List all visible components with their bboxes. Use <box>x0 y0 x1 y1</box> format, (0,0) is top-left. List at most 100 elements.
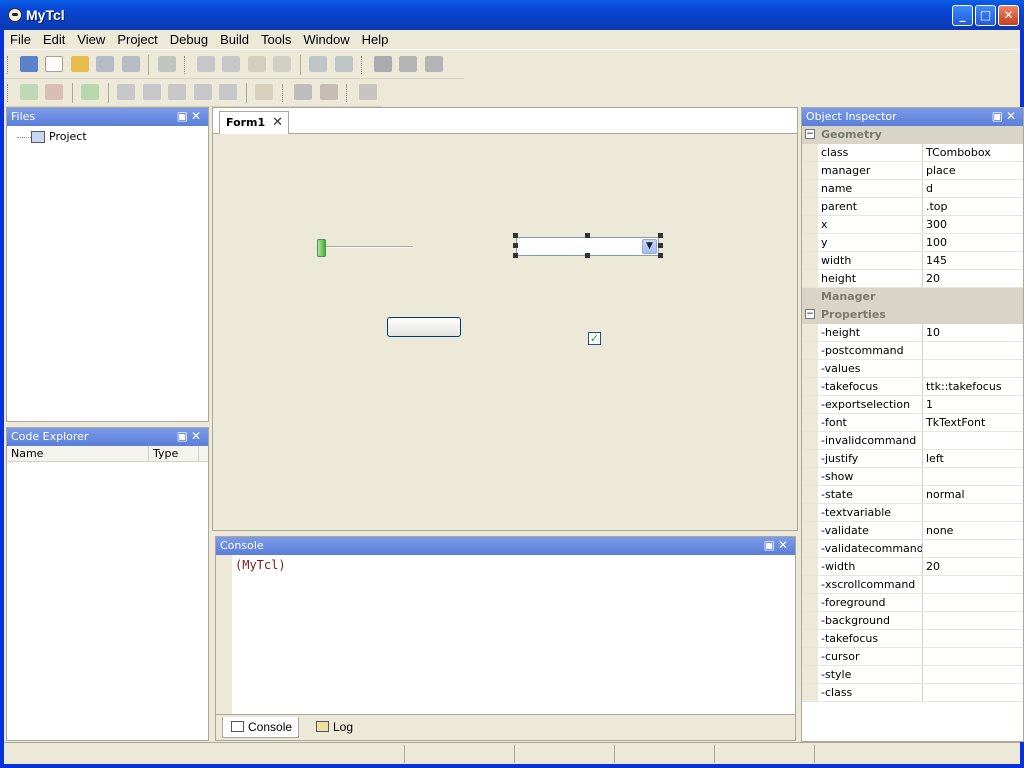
property-value[interactable] <box>923 504 1023 521</box>
property-value[interactable]: normal <box>923 486 1023 503</box>
tab-form1[interactable]: Form1 ✕ <box>219 111 289 134</box>
property-value[interactable]: TCombobox <box>923 144 1023 161</box>
property-row[interactable]: -takefocus ttk::takefocus <box>802 378 1023 396</box>
property-row[interactable]: -postcommand <box>802 342 1023 360</box>
paste-icon[interactable] <box>247 56 266 72</box>
property-value[interactable] <box>923 468 1023 485</box>
property-row[interactable]: -cursor <box>802 648 1023 666</box>
console-prompt[interactable]: (MyTcl) <box>235 558 286 572</box>
property-value[interactable] <box>923 684 1023 701</box>
clean-icon[interactable] <box>319 84 338 100</box>
form-designer-canvas[interactable]: ▼ ✓ <box>213 135 797 530</box>
property-value[interactable]: 20 <box>923 558 1023 575</box>
step-icon[interactable] <box>19 84 38 100</box>
checkbox-widget[interactable]: ✓ <box>588 332 601 345</box>
erase-icon[interactable] <box>273 56 291 72</box>
property-row[interactable]: -font TkTextFont <box>802 414 1023 432</box>
property-row[interactable]: -textvariable <box>802 504 1023 522</box>
minimize-button[interactable]: _ <box>952 5 973 26</box>
indent-icon[interactable] <box>117 84 135 100</box>
tree-item-project[interactable]: Project <box>17 130 204 143</box>
find-icon[interactable] <box>373 56 392 72</box>
redo-icon[interactable] <box>334 56 353 72</box>
property-row[interactable]: -show <box>802 468 1023 486</box>
category-properties[interactable]: − Properties <box>802 306 1023 324</box>
toolbar-grip[interactable] <box>7 84 11 102</box>
property-row[interactable]: -exportselection 1 <box>802 396 1023 414</box>
column-type[interactable]: Type <box>149 446 199 461</box>
property-row[interactable]: -width 20 <box>802 558 1023 576</box>
property-row[interactable]: -invalidcommand <box>802 432 1023 450</box>
cut-icon[interactable] <box>196 56 215 72</box>
menu-help[interactable]: Help <box>356 30 395 47</box>
property-row[interactable]: y 100 <box>802 234 1023 252</box>
property-value[interactable]: 10 <box>923 324 1023 341</box>
menu-file[interactable]: File <box>4 30 37 47</box>
selection-handle[interactable] <box>585 233 590 238</box>
open-icon[interactable] <box>70 56 89 72</box>
property-row[interactable]: -validate none <box>802 522 1023 540</box>
property-value[interactable]: 300 <box>923 216 1023 233</box>
property-value[interactable] <box>923 648 1023 665</box>
property-value[interactable]: place <box>923 162 1023 179</box>
button-widget[interactable] <box>387 317 461 337</box>
property-value[interactable]: .top <box>923 198 1023 215</box>
scale-widget-thumb[interactable] <box>317 239 326 257</box>
hand-icon[interactable] <box>255 84 273 100</box>
close-icon[interactable]: ✕ <box>1006 109 1019 123</box>
tab-console[interactable]: Console <box>222 717 300 738</box>
print-icon[interactable] <box>157 56 176 72</box>
save-icon[interactable] <box>96 56 114 72</box>
menu-debug[interactable]: Debug <box>164 30 214 47</box>
property-value[interactable] <box>923 342 1023 359</box>
column-name[interactable]: Name <box>7 446 149 461</box>
selection-handle[interactable] <box>658 233 663 238</box>
save-all-icon[interactable] <box>121 56 140 72</box>
stop-icon[interactable] <box>45 84 63 100</box>
property-row[interactable]: -xscrollcommand <box>802 576 1023 594</box>
category-manager[interactable]: Manager <box>802 288 1023 306</box>
property-value[interactable] <box>923 666 1023 683</box>
property-row[interactable]: -height 10 <box>802 324 1023 342</box>
property-row[interactable]: -values <box>802 360 1023 378</box>
selection-handle[interactable] <box>513 253 518 258</box>
close-icon[interactable]: ✕ <box>778 538 791 552</box>
property-row[interactable]: -state normal <box>802 486 1023 504</box>
property-row[interactable]: -background <box>802 612 1023 630</box>
property-value[interactable]: 100 <box>923 234 1023 251</box>
float-icon[interactable]: ▣ <box>764 538 778 552</box>
property-value[interactable] <box>923 594 1023 611</box>
toolbar-grip[interactable] <box>7 56 11 74</box>
scale-widget-track[interactable] <box>323 246 413 248</box>
property-value[interactable]: 1 <box>923 396 1023 413</box>
property-row[interactable]: -takefocus <box>802 630 1023 648</box>
property-value[interactable]: 145 <box>923 252 1023 269</box>
close-button[interactable]: ✕ <box>998 5 1019 26</box>
undo-icon[interactable] <box>309 56 327 72</box>
property-row[interactable]: -validatecommand <box>802 540 1023 558</box>
property-value[interactable] <box>923 360 1023 377</box>
comment-icon[interactable] <box>168 84 186 100</box>
float-icon[interactable]: ▣ <box>177 429 191 443</box>
menu-view[interactable]: View <box>71 30 111 47</box>
menu-build[interactable]: Build <box>214 30 255 47</box>
unindent-icon[interactable] <box>142 84 161 100</box>
property-row[interactable]: -foreground <box>802 594 1023 612</box>
float-icon[interactable]: ▣ <box>177 109 191 123</box>
copy-icon[interactable] <box>222 56 240 72</box>
maximize-button[interactable]: □ <box>975 5 996 26</box>
menu-project[interactable]: Project <box>111 30 163 47</box>
property-value[interactable]: none <box>923 522 1023 539</box>
toolbar-grip[interactable] <box>346 84 350 102</box>
build-icon[interactable] <box>294 84 312 100</box>
property-value[interactable] <box>923 540 1023 557</box>
new-file-icon[interactable] <box>45 56 63 72</box>
property-row[interactable]: -justify left <box>802 450 1023 468</box>
property-row[interactable]: x 300 <box>802 216 1023 234</box>
property-value[interactable] <box>923 630 1023 647</box>
property-value[interactable] <box>923 612 1023 629</box>
close-icon[interactable]: ✕ <box>191 109 204 123</box>
property-value[interactable]: 20 <box>923 270 1023 287</box>
property-row[interactable]: width 145 <box>802 252 1023 270</box>
property-value[interactable]: ttk::takefocus <box>923 378 1023 395</box>
